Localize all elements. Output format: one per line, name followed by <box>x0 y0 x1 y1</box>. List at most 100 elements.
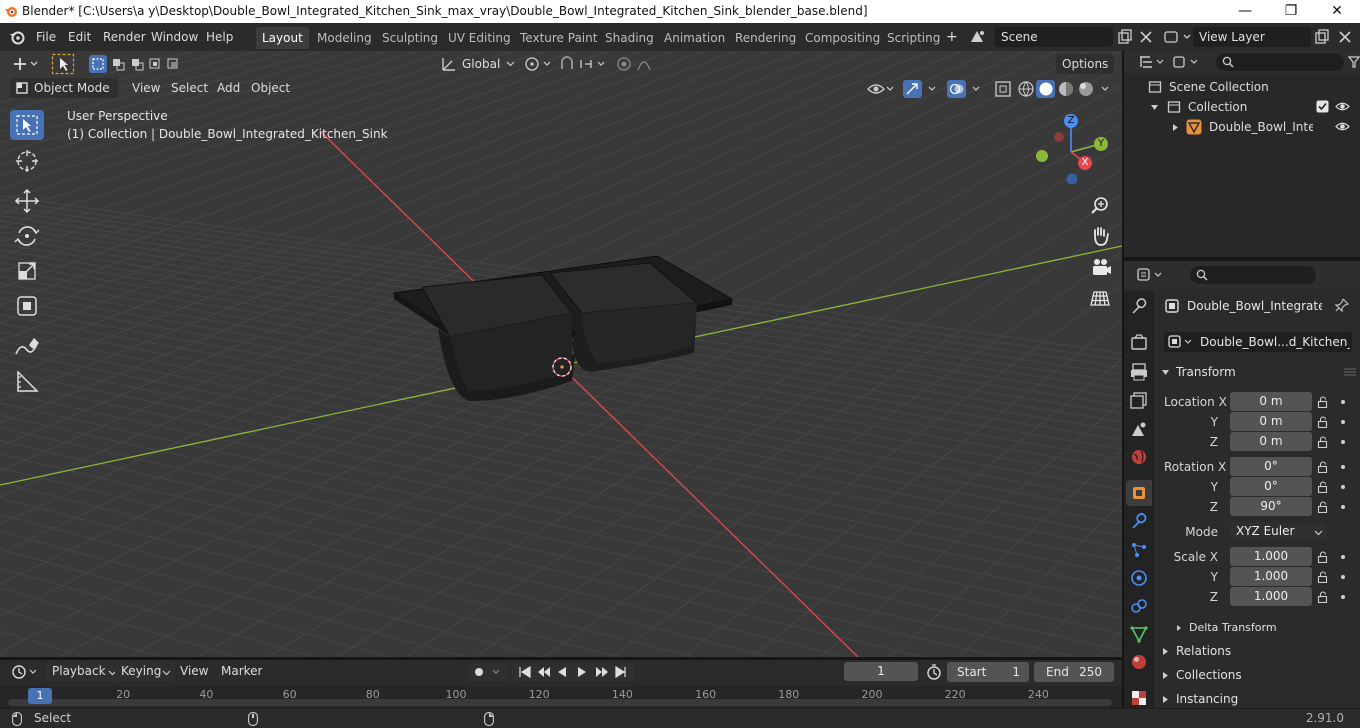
menu-help[interactable]: Help <box>201 28 238 46</box>
keyframe-dot[interactable] <box>1341 595 1345 599</box>
tab-scripting[interactable]: Scripting <box>881 27 946 49</box>
scene-collection-row[interactable]: Scene Collection <box>1124 77 1360 97</box>
lock-icon[interactable] <box>1317 591 1329 603</box>
transform-tool[interactable] <box>10 291 44 321</box>
lock-icon[interactable] <box>1317 416 1329 428</box>
output-tab-icon[interactable] <box>1129 362 1149 382</box>
lock-icon[interactable] <box>1317 461 1329 473</box>
annotate-tool[interactable] <box>10 332 44 362</box>
tab-shading[interactable]: Shading <box>599 27 660 49</box>
minimize-button[interactable]: — <box>1222 0 1268 23</box>
world-tab-icon[interactable] <box>1129 447 1149 467</box>
options-dropdown[interactable]: Options <box>1056 54 1114 74</box>
blender-menu-icon[interactable] <box>9 29 25 45</box>
location-y-field[interactable]: 0 m <box>1230 412 1312 431</box>
select-box-tool[interactable] <box>10 110 44 140</box>
playback-controls[interactable] <box>512 662 634 682</box>
auto-keying-icon[interactable] <box>468 662 508 682</box>
view-layer-tab-icon[interactable] <box>1129 390 1149 410</box>
object-datablock-icon[interactable] <box>1168 335 1196 349</box>
editor-type-icon[interactable] <box>10 54 40 74</box>
camera-view-button[interactable] <box>1087 254 1113 280</box>
visibility-selectability-icon[interactable] <box>866 79 896 99</box>
rotation-mode-dropdown[interactable]: XYZ Euler <box>1230 522 1326 541</box>
selection-mode-icons[interactable] <box>88 54 184 74</box>
menu-file[interactable]: File <box>31 28 61 46</box>
rotation-z-field[interactable]: 90° <box>1230 497 1312 516</box>
scene-icon[interactable] <box>968 28 988 46</box>
disclosure-triangle-icon[interactable] <box>1161 647 1170 656</box>
new-scene-icon[interactable] <box>1117 29 1133 45</box>
tab-texture-paint[interactable]: Texture Paint <box>514 27 603 49</box>
add-workspace-icon[interactable]: + <box>941 28 963 46</box>
tool-tab-icon[interactable] <box>1129 297 1149 317</box>
data-tab-icon[interactable] <box>1129 624 1149 644</box>
menu-object[interactable]: Object <box>245 78 296 98</box>
properties-search-input[interactable] <box>1190 266 1316 284</box>
pin-icon[interactable] <box>1335 298 1349 312</box>
move-tool[interactable] <box>10 186 44 216</box>
keyframe-dot[interactable] <box>1341 575 1345 579</box>
tab-animation[interactable]: Animation <box>658 27 731 49</box>
constraints-tab-icon[interactable] <box>1129 596 1149 616</box>
physics-tab-icon[interactable] <box>1129 568 1149 588</box>
keyframe-dot[interactable] <box>1341 485 1345 489</box>
filter-icon[interactable] <box>1348 55 1360 69</box>
scale-tool[interactable] <box>10 256 44 286</box>
disclosure-triangle-icon[interactable] <box>1171 123 1180 132</box>
zoom-button[interactable] <box>1087 193 1113 219</box>
tab-layout[interactable]: Layout <box>256 27 309 49</box>
outliner-search-input[interactable] <box>1216 53 1344 71</box>
maximize-button[interactable]: ❐ <box>1268 0 1314 23</box>
marker-menu[interactable]: Marker <box>215 661 268 681</box>
disclosure-triangle-icon[interactable] <box>1161 695 1170 704</box>
collection-row[interactable]: Collection <box>1124 97 1360 117</box>
outliner-editor-type-icon[interactable] <box>1138 54 1168 70</box>
display-mode-icon[interactable] <box>1172 54 1202 70</box>
scale-y-field[interactable]: 1.000 <box>1230 567 1312 586</box>
scale-z-field[interactable]: 1.000 <box>1230 587 1312 606</box>
keyframe-dot[interactable] <box>1341 465 1345 469</box>
modifier-tab-icon[interactable] <box>1129 512 1149 532</box>
collections-panel-header[interactable]: Collections <box>1154 664 1360 686</box>
lock-icon[interactable] <box>1317 481 1329 493</box>
close-button[interactable]: ✕ <box>1314 0 1360 23</box>
measure-tool[interactable] <box>10 367 44 397</box>
rotation-x-field[interactable]: 0° <box>1230 457 1312 476</box>
scene-field[interactable]: Scene <box>995 27 1113 47</box>
relations-panel-header[interactable]: Relations <box>1154 640 1360 662</box>
disclosure-triangle-icon[interactable] <box>1161 671 1170 680</box>
particles-tab-icon[interactable] <box>1129 540 1149 560</box>
timeline-view-menu[interactable]: View <box>174 661 214 681</box>
rotation-y-field[interactable]: 0° <box>1230 477 1312 496</box>
lock-icon[interactable] <box>1317 501 1329 513</box>
eye-icon[interactable] <box>1335 120 1350 133</box>
snap-icon[interactable] <box>557 54 609 74</box>
current-frame-field[interactable]: 1 <box>844 662 918 681</box>
xray-toggle-icon[interactable] <box>993 79 1013 99</box>
view-layer-icon[interactable] <box>1163 28 1193 46</box>
new-view-layer-icon[interactable] <box>1314 29 1330 45</box>
menu-add[interactable]: Add <box>211 78 246 98</box>
menu-edit[interactable]: Edit <box>63 28 96 46</box>
scale-x-field[interactable]: 1.000 <box>1230 547 1312 566</box>
pan-button[interactable] <box>1087 223 1113 249</box>
ortho-toggle-button[interactable] <box>1087 285 1113 311</box>
select-tool-setting-icon[interactable] <box>51 53 75 75</box>
location-z-field[interactable]: 0 m <box>1230 432 1312 451</box>
lock-icon[interactable] <box>1317 551 1329 563</box>
properties-editor-type-icon[interactable] <box>1136 267 1166 283</box>
proportional-editing-icon[interactable] <box>614 54 666 74</box>
tab-compositing[interactable]: Compositing <box>799 27 886 49</box>
stopwatch-icon[interactable] <box>925 663 943 681</box>
gizmo-toggle-icon[interactable] <box>902 79 940 99</box>
location-x-field[interactable]: 0 m <box>1230 392 1312 411</box>
view-layer-field[interactable]: View Layer <box>1193 27 1311 47</box>
remove-view-layer-icon[interactable] <box>1337 29 1353 45</box>
timeline-ruler[interactable]: 1 20 40 60 80 100 120 140 160 180 200 220 240 <box>0 686 1122 708</box>
transform-panel-header[interactable]: Transform <box>1154 361 1360 383</box>
lock-icon[interactable] <box>1317 571 1329 583</box>
tab-uv-editing[interactable]: UV Editing <box>442 27 517 49</box>
menu-view[interactable]: View <box>126 78 166 98</box>
texture-tab-icon[interactable] <box>1129 688 1149 708</box>
